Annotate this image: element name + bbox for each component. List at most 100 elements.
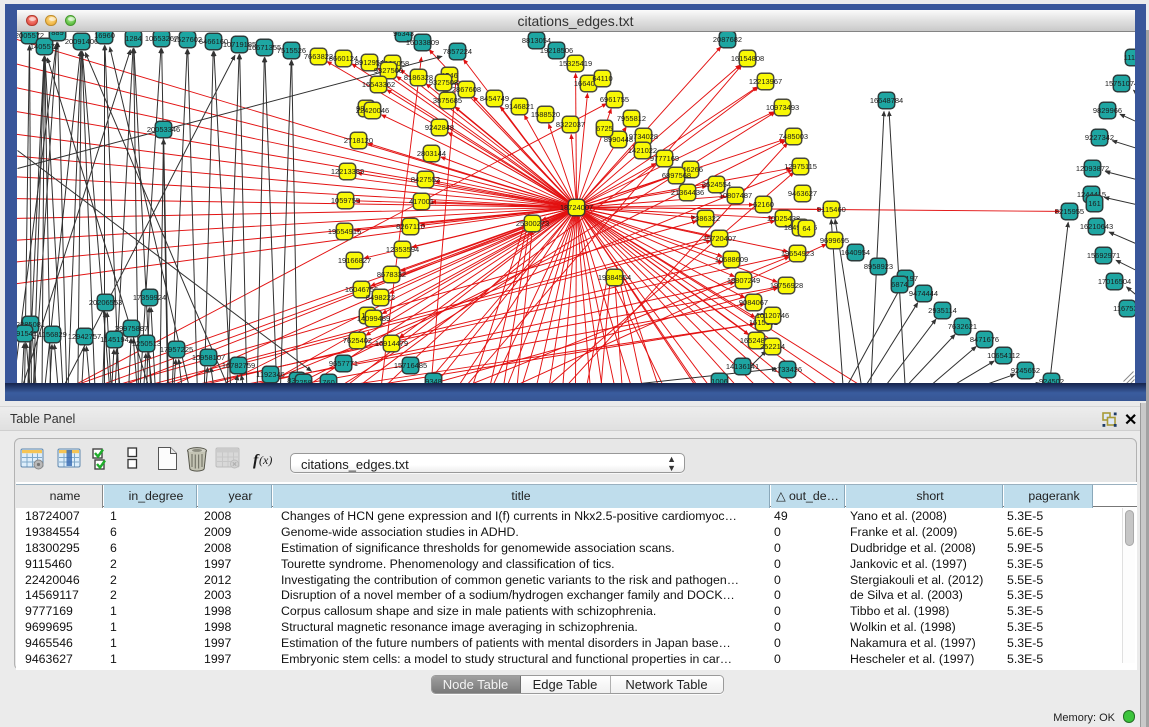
svg-text:9463627: 9463627	[787, 189, 816, 198]
svg-text:14136141: 14136141	[725, 362, 758, 371]
svg-text:889: 889	[51, 32, 64, 37]
svg-text:9829966: 9829966	[1092, 106, 1121, 115]
svg-text:12353594: 12353594	[385, 245, 418, 254]
svg-text:9657771: 9657771	[328, 359, 357, 368]
svg-text:19166827: 19166827	[337, 256, 370, 265]
svg-text:2935114: 2935114	[928, 306, 957, 315]
svg-text:2258: 2258	[295, 378, 312, 384]
svg-text:16782759: 16782759	[221, 361, 254, 370]
svg-text:16914479: 16914479	[374, 339, 407, 348]
svg-text:16543362: 16543362	[361, 80, 394, 89]
svg-text:9348: 9348	[425, 377, 442, 384]
svg-text:64: 64	[802, 224, 810, 233]
svg-text:14099489: 14099489	[356, 314, 389, 323]
svg-text:2867608: 2867608	[451, 85, 480, 94]
svg-text:6874: 6874	[891, 280, 908, 289]
svg-text:1192346: 1192346	[256, 370, 285, 379]
svg-text:3624554: 3624554	[701, 180, 730, 189]
svg-text:16960: 16960	[94, 32, 115, 40]
svg-text:7485003: 7485003	[778, 132, 807, 141]
svg-text:62160: 62160	[753, 200, 774, 209]
svg-text:9146821: 9146821	[504, 102, 533, 111]
svg-text:8267110: 8267110	[396, 222, 425, 231]
svg-text:10958107: 10958107	[191, 353, 224, 362]
svg-text:1059755: 1059755	[330, 196, 359, 205]
svg-text:16033809: 16033809	[405, 38, 438, 47]
svg-text:39975887: 39975887	[114, 324, 147, 333]
svg-text:12213389: 12213389	[330, 167, 363, 176]
svg-text:10807487: 10807487	[718, 191, 751, 200]
svg-text:9084067: 9084067	[738, 298, 767, 307]
svg-text:18807249: 18807249	[726, 276, 759, 285]
svg-text:991541: 991541	[17, 329, 37, 338]
svg-text:25300273: 25300273	[515, 219, 548, 228]
svg-text:18724007: 18724007	[559, 203, 592, 212]
svg-text:1527602: 1527602	[172, 35, 201, 44]
svg-text:2718120: 2718120	[343, 136, 372, 145]
svg-text:12942757: 12942757	[67, 332, 100, 341]
svg-text:7857224: 7857224	[442, 47, 471, 56]
svg-text:20053346: 20053346	[146, 125, 179, 134]
svg-text:9699695: 9699695	[819, 236, 848, 245]
svg-text:19654915: 19654915	[327, 227, 360, 236]
svg-text:17359924: 17359924	[132, 293, 165, 302]
svg-text:1588520: 1588520	[530, 110, 559, 119]
svg-text:1640954: 1640954	[840, 248, 869, 257]
svg-text:6897568: 6897568	[661, 171, 690, 180]
svg-text:8215955: 8215955	[1054, 207, 1083, 216]
svg-text:6725: 6725	[596, 124, 613, 133]
svg-text:12975115: 12975115	[784, 162, 817, 171]
svg-text:7515526: 7515526	[276, 46, 305, 55]
svg-text:19654923: 19654923	[780, 249, 813, 258]
svg-text:252214: 252214	[759, 342, 784, 351]
svg-text:417001: 417001	[408, 197, 433, 206]
svg-text:21364436: 21364436	[670, 188, 703, 197]
svg-text:7632621: 7632621	[947, 322, 976, 331]
svg-text:8498222: 8498222	[365, 293, 394, 302]
svg-text:1167533: 1167533	[1113, 304, 1135, 313]
svg-text:7955812: 7955812	[616, 114, 645, 123]
svg-text:19384554: 19384554	[597, 273, 630, 282]
svg-text:2803144: 2803144	[416, 149, 445, 158]
svg-text:8471676: 8471676	[969, 335, 998, 344]
svg-text:19218506: 19218506	[539, 46, 572, 55]
svg-text:9474444: 9474444	[908, 289, 937, 298]
svg-text:1006: 1006	[711, 377, 728, 384]
svg-text:7625402: 7625402	[342, 336, 371, 345]
svg-text:9242848: 9242848	[424, 123, 453, 132]
svg-text:8427552: 8427552	[410, 175, 439, 184]
svg-text:9227342: 9227342	[1084, 133, 1113, 142]
svg-text:6961755: 6961755	[599, 95, 628, 104]
svg-text:8813054: 8813054	[521, 36, 550, 45]
svg-text:1733426: 1733426	[772, 365, 801, 374]
svg-text:924502: 924502	[1038, 377, 1063, 384]
svg-text:8678332: 8678332	[376, 270, 405, 279]
svg-text:8322037: 8322037	[555, 120, 584, 129]
svg-text:(x): (x)	[259, 453, 272, 467]
svg-text:17016504: 17016504	[1097, 277, 1130, 286]
svg-text:10973493: 10973493	[765, 103, 798, 112]
svg-text:12093872: 12093872	[1075, 164, 1108, 173]
svg-text:8958923: 8958923	[863, 262, 892, 271]
svg-text:15716485: 15716485	[393, 361, 426, 370]
svg-text:1156829: 1156829	[38, 330, 67, 339]
svg-text:20206553: 20206553	[88, 298, 121, 307]
svg-text:8660124: 8660124	[328, 54, 357, 63]
svg-text:16154808: 16154808	[730, 54, 763, 63]
svg-text:161: 161	[1088, 199, 1101, 208]
svg-text:16648784: 16648784	[869, 96, 902, 105]
svg-text:12213967: 12213967	[748, 77, 781, 86]
svg-text:15325419: 15325419	[558, 59, 591, 68]
svg-text:17957225: 17957225	[159, 345, 192, 354]
svg-text:1284: 1284	[125, 34, 142, 43]
svg-text:15751074: 15751074	[1104, 79, 1134, 88]
svg-text:3875685: 3875685	[432, 96, 461, 105]
svg-text:9327500: 9327500	[373, 66, 402, 75]
svg-text:1405572: 1405572	[29, 42, 58, 51]
svg-text:15720407: 15720407	[702, 234, 735, 243]
svg-text:9777169: 9777169	[649, 154, 678, 163]
svg-text:7386322: 7386322	[690, 214, 719, 223]
svg-text:19756928: 19756928	[769, 281, 802, 290]
svg-text:1250513: 1250513	[131, 339, 160, 348]
svg-text:16210643: 16210643	[1079, 222, 1112, 231]
